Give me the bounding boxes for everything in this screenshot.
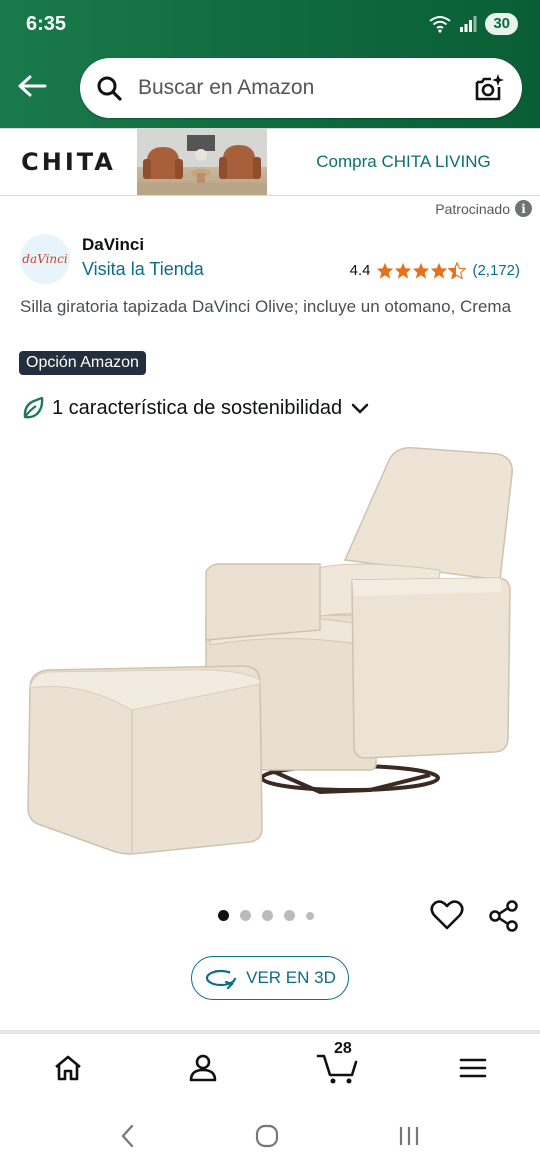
arrow-left-icon [18,75,47,97]
chita-logo: CHITA [21,148,116,176]
carousel-dot[interactable] [262,910,273,921]
carousel-dot[interactable] [218,910,229,921]
rating-value: 4.4 [349,262,371,279]
sponsored-banner[interactable]: CHITA Compra CHITA LIVING [0,128,540,196]
star-icon [413,262,430,279]
bottom-navigation: 28 [0,1034,540,1102]
wifi-icon [429,16,451,33]
half-star-icon [448,262,467,279]
search-icon [80,58,138,118]
view-in-3d-label: VER EN 3D [246,968,336,987]
camera-search-button[interactable] [460,58,518,118]
camera-sparkle-icon [475,74,504,101]
carousel-dot[interactable] [240,910,251,921]
review-count[interactable]: (2,172) [472,262,520,279]
star-icon [395,262,412,279]
rating-summary[interactable]: 4.4 (2,172) [350,262,520,279]
signal-icon [460,16,477,32]
recent-apps-icon[interactable] [396,1124,422,1148]
brand-logo[interactable]: daVinci [20,234,70,284]
back-button[interactable] [12,66,52,106]
share-icon [489,900,518,932]
amazon-choice-badge: Opción Amazon [19,351,146,375]
system-navigation-bar [0,1102,540,1170]
star-icon [431,262,448,279]
cart-count: 28 [334,1040,352,1057]
account-icon [189,1054,216,1082]
nav-cart[interactable]: 28 [270,1034,405,1102]
battery-indicator: 30 [485,13,518,35]
star-rating [376,262,467,279]
image-carousel-indicator[interactable] [218,910,314,921]
status-time: 6:35 [26,13,67,35]
star-icon [377,262,394,279]
banner-cta-link[interactable]: Compra CHITA LIVING [267,152,540,172]
nav-account[interactable] [135,1034,270,1102]
wishlist-button[interactable] [430,898,464,932]
status-icons: 30 [429,12,518,36]
sponsored-label[interactable]: Patrocinado i [435,200,532,217]
banner-image [137,129,267,195]
leaf-icon [23,396,44,419]
sponsored-text: Patrocinado [435,200,510,217]
amazon-product-page: 6:35 30 Buscar en Amazon CHITA Compra CH… [0,0,540,1170]
rotate-3d-icon [206,969,237,989]
product-title: Silla giratoria tapizada DaVinci Olive; … [20,297,512,316]
nav-menu[interactable] [405,1034,540,1102]
search-bar[interactable] [80,58,522,118]
home-circle-icon[interactable] [254,1123,280,1149]
home-icon [54,1055,81,1081]
menu-icon [459,1058,486,1078]
heart-icon [430,900,464,930]
search-input[interactable] [138,76,460,100]
info-icon[interactable]: i [515,200,532,217]
visit-store-link[interactable]: Visita la Tienda [82,259,204,280]
carousel-dot[interactable] [284,910,295,921]
sustainability-text: 1 característica de sostenibilidad [52,396,343,419]
product-image[interactable] [20,440,520,870]
share-button[interactable] [487,899,521,933]
sustainability-toggle[interactable]: 1 característica de sostenibilidad [22,396,370,420]
chevron-down-icon [351,403,369,414]
chevron-left-icon[interactable] [118,1123,138,1149]
nav-home[interactable] [0,1034,135,1102]
brand-name: DaVinci [82,235,145,254]
view-in-3d-button[interactable]: VER EN 3D [191,956,349,1000]
carousel-dot[interactable] [306,911,314,920]
